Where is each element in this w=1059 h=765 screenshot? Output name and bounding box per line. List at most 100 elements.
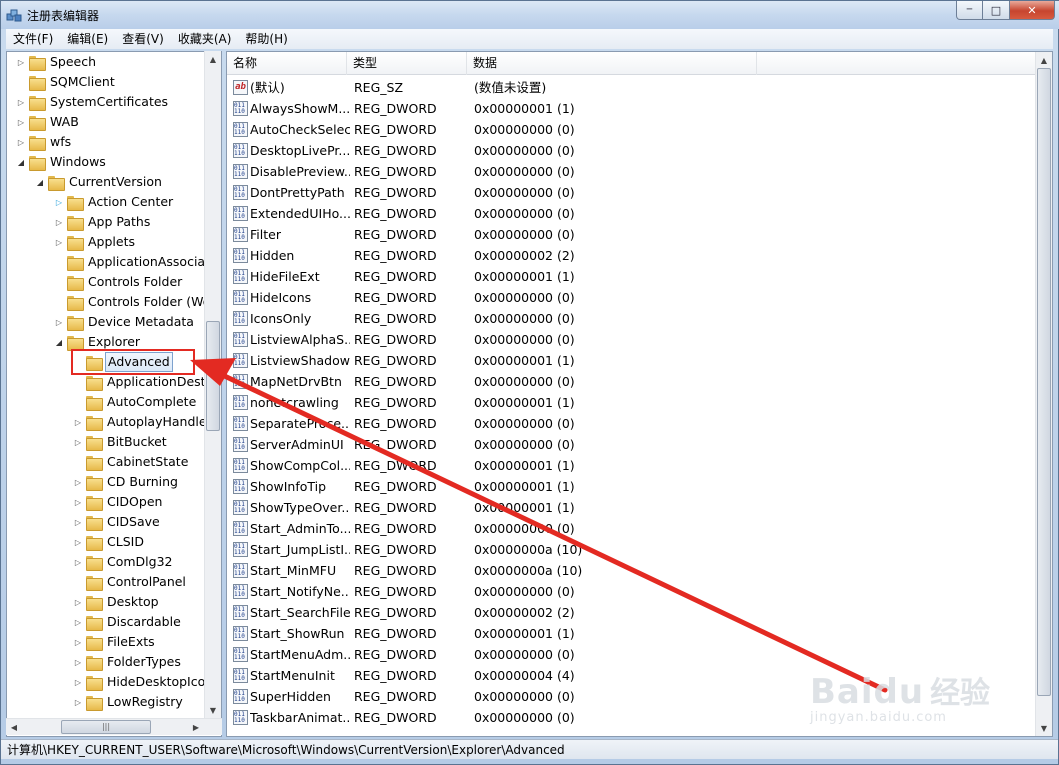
expand-triangle-icon[interactable]: ▷ <box>72 672 84 692</box>
tree-item[interactable]: CabinetState <box>72 452 190 472</box>
value-row[interactable]: 011 110 HideIcons REG_DWORD 0x00000000 (0) <box>227 287 1027 308</box>
value-row[interactable]: 011 110 AutoCheckSelect REG_DWORD 0x0000000… <box>227 119 1027 140</box>
tree-item[interactable]: ApplicationAssociat <box>53 252 212 272</box>
menu-file[interactable]: 文件(F) <box>6 29 60 49</box>
expand-triangle-icon[interactable]: ▷ <box>15 52 27 72</box>
tree-item[interactable]: ▷ CIDOpen <box>72 492 164 512</box>
collapse-triangle-icon[interactable]: ◢ <box>15 152 27 172</box>
value-row[interactable]: 011 110 SeparateProce... REG_DWORD 0x000000… <box>227 413 1027 434</box>
expand-triangle-icon[interactable]: ▷ <box>53 312 65 332</box>
expand-triangle-icon[interactable]: ▷ <box>72 592 84 612</box>
list-scroll-up-icon[interactable]: ▲ <box>1036 52 1052 68</box>
menu-view[interactable]: 查看(V) <box>115 29 171 49</box>
expand-triangle-icon[interactable]: ▷ <box>72 472 84 492</box>
collapse-triangle-icon[interactable]: ◢ <box>34 172 46 192</box>
expand-triangle-icon[interactable]: ▷ <box>15 132 27 152</box>
expand-triangle-icon[interactable]: ▷ <box>53 232 65 252</box>
tree-item[interactable]: ▷ AutoplayHandler <box>72 412 214 432</box>
minimize-button[interactable]: ─ <box>956 1 983 20</box>
value-row[interactable]: 011 110 Start_NotifyNe... REG_DWORD 0x00000… <box>227 581 1027 602</box>
tree-item[interactable]: ▷ Device Metadata <box>53 312 196 332</box>
value-row[interactable]: 011 110 Start_SearchFiles REG_DWORD 0x00000… <box>227 602 1027 623</box>
value-row[interactable]: ab (默认) REG_SZ (数值未设置) <box>227 77 1027 98</box>
expand-triangle-icon[interactable]: ▷ <box>15 112 27 132</box>
tree-item[interactable]: ▷ FolderTypes <box>72 652 183 672</box>
scroll-down-arrow-icon[interactable]: ▼ <box>205 702 221 718</box>
tree-item[interactable]: ▷ Speech <box>15 52 98 72</box>
expand-triangle-icon[interactable]: ▷ <box>15 92 27 112</box>
key-tree-pane[interactable]: ▷ Speech SQMClient ▷ SystemCertificates ▷ WAB ▷… <box>6 51 222 737</box>
title-bar[interactable]: 注册表编辑器 ─ □ ✕ <box>1 1 1059 29</box>
value-row[interactable]: 011 110 Filter REG_DWORD 0x00000000 (0) <box>227 224 1027 245</box>
scroll-up-arrow-icon[interactable]: ▲ <box>205 51 221 67</box>
tree-item[interactable]: ApplicationDesti <box>72 372 211 392</box>
tree-item[interactable]: ▷ LowRegistry <box>72 692 185 712</box>
tree-item[interactable]: ▷ Action Center <box>53 192 175 212</box>
expand-triangle-icon[interactable]: ▷ <box>53 192 65 212</box>
tree-item[interactable]: ▷ App Paths <box>53 212 152 232</box>
close-button[interactable]: ✕ <box>1010 1 1055 20</box>
values-list-pane[interactable]: 名称 类型 数据 ab (默认) REG_SZ (数值未设置) 011 110 Alway… <box>226 51 1053 737</box>
menu-edit[interactable]: 编辑(E) <box>60 29 115 49</box>
tree-item[interactable]: ▷ Applets <box>53 232 137 252</box>
collapse-triangle-icon[interactable]: ◢ <box>53 332 65 352</box>
tree-item[interactable]: Controls Folder (Wo <box>53 292 212 312</box>
tree-item[interactable]: ▷ HideDesktopIco <box>72 672 207 692</box>
value-row[interactable]: 011 110 DisablePreview... REG_DWORD 0x00000… <box>227 161 1027 182</box>
value-row[interactable]: 011 110 ShowCompCol... REG_DWORD 0x00000001… <box>227 455 1027 476</box>
tree-item[interactable]: ▷ WAB <box>15 112 81 132</box>
column-header-data[interactable]: 数据 <box>467 52 757 75</box>
list-scroll-thumb[interactable] <box>1037 68 1051 696</box>
value-row[interactable]: 011 110 Start_JumpListI... REG_DWORD 0x0000… <box>227 539 1027 560</box>
value-row[interactable]: 011 110 IconsOnly REG_DWORD 0x00000000 (0) <box>227 308 1027 329</box>
tree-item[interactable]: ▷ ComDlg32 <box>72 552 175 572</box>
tree-vertical-scrollbar[interactable]: ▲ ▼ <box>204 51 221 718</box>
column-header-type[interactable]: 类型 <box>347 52 467 75</box>
value-row[interactable]: 011 110 Hidden REG_DWORD 0x00000002 (2) <box>227 245 1027 266</box>
value-row[interactable]: 011 110 Start_MinMFU REG_DWORD 0x0000000a (… <box>227 560 1027 581</box>
value-row[interactable]: 011 110 ServerAdminUI REG_DWORD 0x00000000 … <box>227 434 1027 455</box>
list-vertical-scrollbar[interactable]: ▲ ▼ <box>1035 52 1052 736</box>
tree-item[interactable]: ◢ Windows <box>15 152 108 172</box>
tree-item[interactable]: ◢ CurrentVersion <box>34 172 164 192</box>
expand-triangle-icon[interactable]: ▷ <box>72 512 84 532</box>
tree-hscroll-thumb[interactable]: ||| <box>61 720 151 734</box>
scroll-right-arrow-icon[interactable]: ▶ <box>188 719 204 735</box>
maximize-button[interactable]: □ <box>983 1 1010 20</box>
tree-item[interactable]: SQMClient <box>15 72 117 92</box>
value-row[interactable]: 011 110 Start_AdminTo... REG_DWORD 0x000000… <box>227 518 1027 539</box>
tree-item[interactable]: ControlPanel <box>72 572 188 592</box>
value-row[interactable]: 011 110 MapNetDrvBtn REG_DWORD 0x00000000 (… <box>227 371 1027 392</box>
tree-item[interactable]: ▷ Desktop <box>72 592 161 612</box>
value-row[interactable]: 011 110 ListviewAlphaS... REG_DWORD 0x00000… <box>227 329 1027 350</box>
value-row[interactable]: 011 110 ShowTypeOver... REG_DWORD 0x0000000… <box>227 497 1027 518</box>
tree-item[interactable]: ▷ CLSID <box>72 532 146 552</box>
value-row[interactable]: 011 110 ExtendedUIHo... REG_DWORD 0x0000000… <box>227 203 1027 224</box>
expand-triangle-icon[interactable]: ▷ <box>72 552 84 572</box>
value-row[interactable]: 011 110 AlwaysShowM... REG_DWORD 0x00000001… <box>227 98 1027 119</box>
tree-item[interactable]: Controls Folder <box>53 272 184 292</box>
tree-item[interactable]: ▷ CD Burning <box>72 472 180 492</box>
menu-favorites[interactable]: 收藏夹(A) <box>171 29 239 49</box>
scroll-left-arrow-icon[interactable]: ◀ <box>6 719 22 735</box>
tree-item[interactable]: ▷ FileExts <box>72 632 157 652</box>
tree-item[interactable]: AutoComplete <box>72 392 198 412</box>
menu-help[interactable]: 帮助(H) <box>238 29 294 49</box>
tree-scroll-thumb[interactable] <box>206 321 220 431</box>
list-scroll-down-icon[interactable]: ▼ <box>1036 720 1052 736</box>
tree-item[interactable]: ▷ Discardable <box>72 612 183 632</box>
expand-triangle-icon[interactable]: ▷ <box>72 492 84 512</box>
expand-triangle-icon[interactable]: ▷ <box>72 692 84 712</box>
value-row[interactable]: 011 110 ShowInfoTip REG_DWORD 0x00000001 (1… <box>227 476 1027 497</box>
tree-item[interactable]: ▷ wfs <box>15 132 73 152</box>
tree-horizontal-scrollbar[interactable]: ◀ ||| ▶ <box>6 718 222 735</box>
expand-triangle-icon[interactable]: ▷ <box>72 412 84 432</box>
expand-triangle-icon[interactable]: ▷ <box>72 532 84 552</box>
value-row[interactable]: 011 110 StartMenuAdm... REG_DWORD 0x0000000… <box>227 644 1027 665</box>
column-header-name[interactable]: 名称 <box>227 52 347 75</box>
expand-triangle-icon[interactable]: ▷ <box>72 432 84 452</box>
expand-triangle-icon[interactable]: ▷ <box>72 612 84 632</box>
tree-item[interactable]: ▷ CIDSave <box>72 512 162 532</box>
value-row[interactable]: 011 110 ListviewShadow REG_DWORD 0x00000001… <box>227 350 1027 371</box>
expand-triangle-icon[interactable]: ▷ <box>53 212 65 232</box>
